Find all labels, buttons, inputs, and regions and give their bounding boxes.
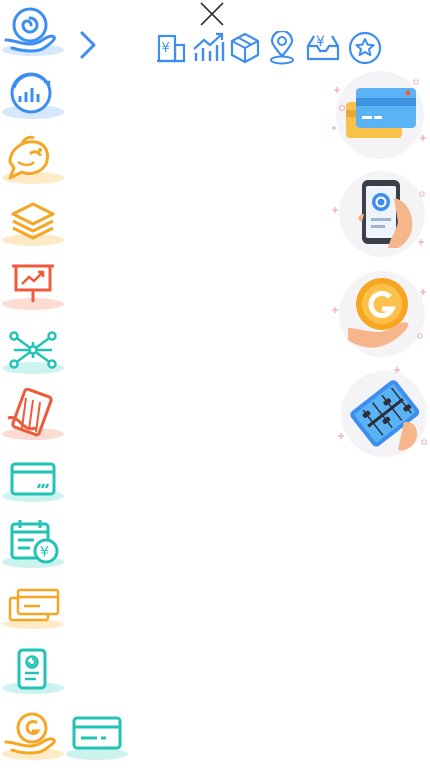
- hand-swirl-icon[interactable]: [0, 6, 66, 58]
- abacus-hand-icon[interactable]: [0, 388, 66, 442]
- card-small-icon[interactable]: [64, 712, 130, 760]
- cards-illustration: [328, 68, 428, 162]
- phone-hand-illustration: [328, 168, 428, 262]
- chevron-right-icon[interactable]: [78, 30, 98, 60]
- star-circle-icon[interactable]: [348, 31, 382, 65]
- phone-swirl-icon[interactable]: [0, 646, 66, 696]
- coin-hand-icon[interactable]: [0, 710, 66, 760]
- close-icon[interactable]: [198, 1, 226, 27]
- yen-glyph: ¥: [162, 41, 170, 56]
- yen-glyph: ¥: [316, 34, 325, 50]
- location-pin-icon[interactable]: [268, 31, 296, 65]
- chart-swirl-icon[interactable]: [0, 70, 66, 122]
- cube-icon[interactable]: [229, 32, 261, 64]
- calendar-yen-icon[interactable]: ¥: [0, 518, 66, 570]
- card-icon[interactable]: [0, 458, 66, 504]
- bar-growth-icon[interactable]: [192, 31, 226, 63]
- abacus-illustration: [334, 366, 430, 460]
- layers-icon[interactable]: [0, 200, 66, 248]
- fish-icon[interactable]: [0, 134, 66, 186]
- building-yen-icon[interactable]: ¥: [155, 33, 187, 63]
- presentation-chart-icon[interactable]: [0, 262, 66, 312]
- inbox-yen-icon[interactable]: ¥: [306, 32, 340, 62]
- network-nodes-icon[interactable]: [0, 328, 66, 376]
- yen-glyph: ¥: [40, 545, 49, 561]
- stacked-cards-icon[interactable]: [0, 586, 66, 630]
- coin-hand-illustration: [328, 266, 428, 360]
